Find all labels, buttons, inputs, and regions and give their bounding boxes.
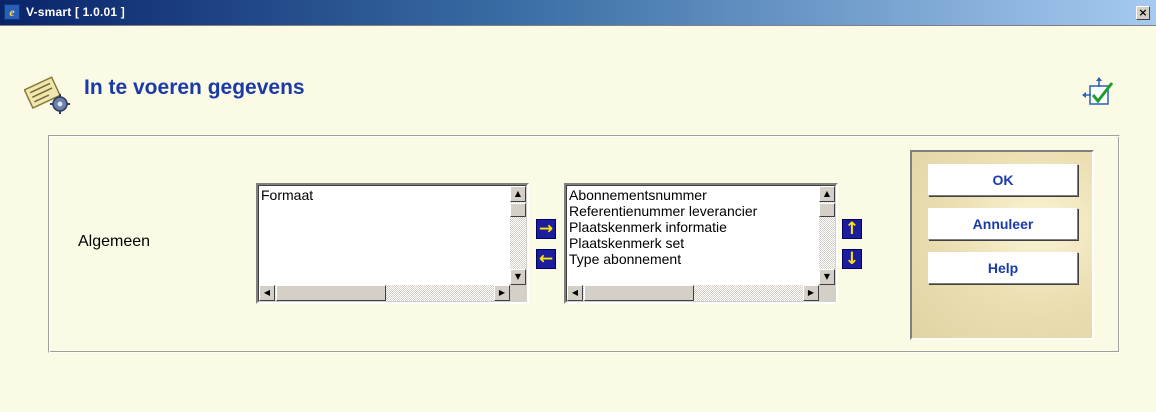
list-items: Abonnementsnummer Referentienummer lever… [569,187,757,267]
browser-app-icon: e [4,4,20,20]
page-title: In te voeren gegevens [84,76,305,99]
scroll-down-button[interactable]: ▼ [510,269,526,285]
scroll-down-button[interactable]: ▼ [819,269,835,285]
scroll-thumb[interactable] [819,203,835,217]
scroll-left-button[interactable]: ◀ [567,285,583,301]
available-fields-list[interactable]: Formaat ▲ ▼ ◀ ▶ [256,183,529,304]
remove-field-button[interactable]: ← [536,249,556,269]
window-title: V-smart [ 1.0.01 ] [26,5,125,19]
scroll-thumb[interactable] [510,203,526,217]
scroll-right-button[interactable]: ▶ [803,285,819,301]
scroll-corner [510,285,526,301]
list-item[interactable]: Plaatskenmerk informatie [569,219,757,235]
vertical-scrollbar[interactable]: ▲ ▼ [819,186,835,285]
help-button[interactable]: Help [928,252,1078,284]
scroll-thumb[interactable] [276,285,386,301]
scroll-up-button[interactable]: ▲ [510,186,526,202]
add-field-button[interactable]: → [536,219,556,239]
settings-newspaper-icon [24,76,70,114]
scroll-left-button[interactable]: ◀ [259,285,275,301]
scroll-thumb[interactable] [584,285,694,301]
list-item[interactable]: Type abonnement [569,251,757,267]
horizontal-scrollbar[interactable]: ◀ ▶ [259,285,510,301]
section-label-algemeen: Algemeen [78,233,151,250]
scroll-right-button[interactable]: ▶ [494,285,510,301]
move-down-button[interactable]: ↓ [842,249,862,269]
help-checkbox-icon[interactable] [1082,77,1116,109]
vertical-scrollbar[interactable]: ▲ ▼ [510,186,526,285]
list-item[interactable]: Formaat [261,187,313,203]
ok-button[interactable]: OK [928,164,1078,196]
list-items: Formaat [261,187,313,203]
move-up-button[interactable]: ↑ [842,219,862,239]
horizontal-scrollbar[interactable]: ◀ ▶ [567,285,819,301]
title-bar: e V-smart [ 1.0.01 ] × [0,0,1156,26]
cancel-button[interactable]: Annuleer [928,208,1078,240]
list-item[interactable]: Referentienummer leverancier [569,203,757,219]
list-item[interactable]: Plaatskenmerk set [569,235,757,251]
scroll-corner [819,285,835,301]
scroll-up-button[interactable]: ▲ [819,186,835,202]
list-item[interactable]: Abonnementsnummer [569,187,757,203]
selected-fields-list[interactable]: Abonnementsnummer Referentienummer lever… [564,183,838,304]
close-button[interactable]: × [1136,6,1150,20]
